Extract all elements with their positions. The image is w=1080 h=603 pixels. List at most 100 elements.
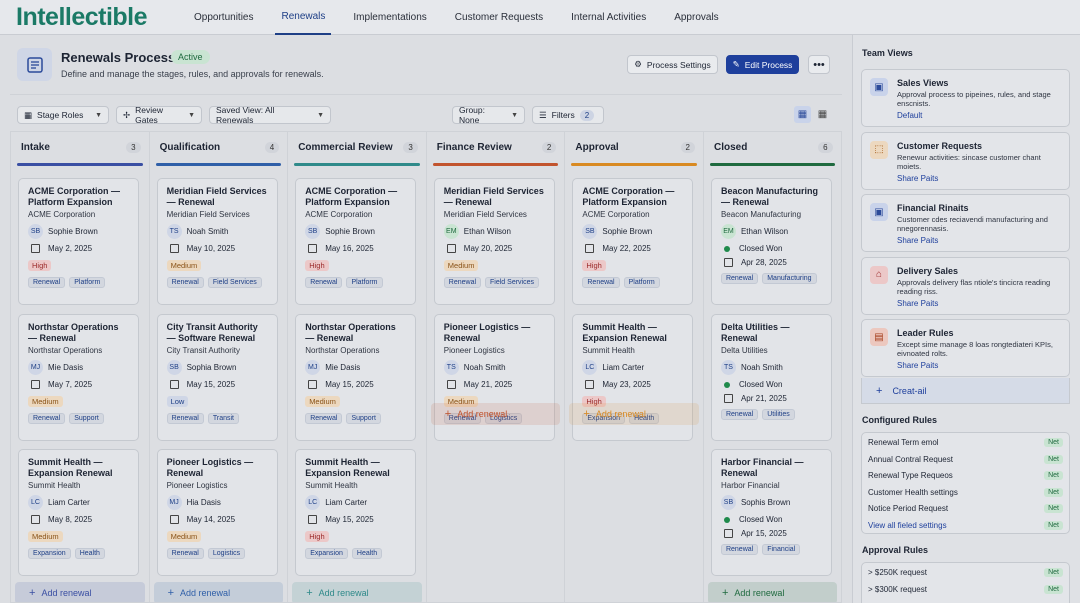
renewal-card[interactable]: Pioneer Logistics — Renewal Pioneer Logis… (156, 449, 278, 576)
avatar: TS (720, 360, 736, 375)
rule-row[interactable]: Renewal Term emol Net (868, 438, 1063, 447)
team-view-title: Financial Rinaits (897, 203, 969, 213)
plus-icon: + (29, 587, 36, 599)
rule-row[interactable]: Annual Contral Request Net (868, 454, 1063, 464)
add-renewal-label: Add renewal (318, 588, 369, 598)
team-view-card[interactable]: ▣ Sales Views Approval process to pipeines… (861, 69, 1070, 127)
add-renewal-button[interactable]: + Add renewal (707, 582, 837, 602)
team-view-link[interactable]: Share Paits (897, 236, 938, 245)
add-renewal-button[interactable]: + Add renewal (569, 403, 699, 425)
column-title: Intake (21, 142, 50, 153)
renewal-card[interactable]: Beacon Manufacturing — Renewal Beacon Man… (710, 178, 832, 305)
owner-name: Sophis Brown (740, 498, 791, 507)
list-view-toggle[interactable]: ▦ (814, 106, 831, 123)
rule-row[interactable]: > $250K request Net (868, 568, 1063, 577)
team-view-icon: ⬚ (870, 140, 888, 159)
owner-name: Sophie Brown (602, 227, 653, 236)
nav-tab-implementations[interactable]: Implementations (347, 0, 432, 35)
board-view-toggle[interactable]: ▦ (794, 106, 811, 123)
renewal-card[interactable]: Summit Health — Expansion Renewal Summit … (295, 449, 417, 576)
rule-row[interactable]: Notice Period Request Net (868, 504, 1063, 514)
card-date: May 14, 2025 (167, 515, 268, 524)
stage-roles-dropdown[interactable]: ▦ Stage Roles ▼ (17, 106, 109, 124)
team-view-card[interactable]: ▤ Leader Rules Except sime manage 8 loas r… (861, 319, 1070, 377)
team-view-link[interactable]: Share Paits (897, 299, 938, 308)
create-view-button[interactable]: + Creat-ail (861, 378, 1070, 404)
app-logo[interactable]: Intellectible (16, 3, 188, 32)
priority-badge: Medium (166, 531, 202, 542)
tag: Support (69, 413, 104, 424)
rule-row[interactable]: Customer Health settings Net (868, 487, 1063, 497)
card-company: Summit Health (305, 481, 358, 490)
calendar-icon (169, 515, 179, 524)
add-renewal-button[interactable]: + Add renewal (153, 582, 284, 602)
saved-view-dropdown[interactable]: Saved View: All Renewals ▼ (209, 105, 331, 125)
nav-tab-customer-requests[interactable]: Customer Requests (449, 0, 549, 35)
nav-tab-internal-activities[interactable]: Internal Activities (565, 0, 652, 35)
avatar: SB (720, 495, 736, 510)
due-date: Apr 28, 2025 (740, 258, 787, 267)
more-options-button[interactable]: ••• (808, 55, 830, 74)
card-company: Beacon Manufacturing (720, 210, 802, 219)
team-view-link[interactable]: Share Paits (897, 174, 938, 183)
renewal-card[interactable]: Meridian Field Services — Renewal Meridia… (433, 178, 555, 305)
renewal-card[interactable]: Harbor Financial — Renewal Harbor Financi… (710, 449, 832, 576)
team-view-link[interactable]: Default (897, 111, 922, 120)
card-company: ACME Corporation (582, 210, 650, 219)
board-column: Closed 6 Beacon Manufacturing — Renewal Bea… (702, 131, 842, 603)
renewal-card[interactable]: Northstar Operations — Renewal Northstar … (18, 314, 139, 441)
edit-process-button[interactable]: ✎ Edit Process (726, 55, 799, 74)
rule-row[interactable]: View all fieled settings Net (868, 521, 1063, 530)
tag: Renewal (305, 413, 343, 424)
renewal-card[interactable]: Northstar Operations — Renewal Northstar … (295, 314, 417, 441)
nav-tab-approvals[interactable]: Approvals (668, 0, 724, 35)
add-renewal-button[interactable]: + Add renewal (15, 582, 145, 602)
card-company: Northstar Operations (305, 346, 380, 355)
renewal-card[interactable]: ACME Corporation — Platform Expansion ACM… (18, 178, 139, 305)
add-renewal-label: Add renewal (180, 588, 231, 598)
group-dropdown[interactable]: Group: None ▼ (452, 105, 525, 125)
renewal-card[interactable]: City Transit Authority — Software Renewa… (156, 314, 278, 441)
column-color-bar (709, 163, 835, 166)
renewal-card[interactable]: Delta Utilities — Renewal Delta Utilities… (710, 314, 832, 441)
tag: Renewal (28, 277, 66, 288)
plus-icon: + (876, 384, 883, 397)
card-status: Closed Won (721, 515, 822, 524)
renewal-card[interactable]: ACME Corporation — Platform Expansion ACM… (295, 178, 417, 305)
board-column: Commercial Review 3 ACME Corporation — Pla… (287, 131, 426, 603)
add-renewal-button[interactable]: + Add renewal (292, 582, 422, 602)
chevron-down-icon: ▼ (317, 111, 324, 119)
rule-row[interactable]: Renewal Type Requeos Net (868, 471, 1063, 481)
filters-button[interactable]: ☰ Filters 2 (532, 106, 604, 124)
nav-tab-opportunities[interactable]: Opportunities (188, 0, 259, 35)
renewal-card[interactable]: Meridian Field Services — Renewal Meridia… (156, 178, 278, 305)
avatar: SB (28, 224, 43, 239)
main-area: Renewals Process Active Define and manag… (0, 35, 852, 603)
team-view-link[interactable]: Share Paits (897, 361, 938, 370)
tag: Renewal (720, 544, 759, 555)
tag: Platform (623, 277, 660, 288)
renewal-card[interactable]: ACME Corporation — Platform Expansion ACM… (572, 178, 694, 305)
list-view-icon: ▦ (817, 109, 828, 120)
card-status: Closed Won (721, 380, 822, 389)
plus-icon: + (583, 408, 590, 420)
tag: Renewal (28, 413, 66, 424)
review-gates-dropdown[interactable]: ✢ Review Gates ▼ (116, 105, 202, 125)
nav-tab-renewals[interactable]: Renewals (275, 0, 332, 35)
rule-row[interactable]: > $300K request Net (868, 584, 1063, 594)
renewal-card[interactable]: Summit Health — Expansion Renewal Summit … (18, 449, 139, 576)
process-settings-button[interactable]: ⚙ Process Settings (627, 55, 718, 74)
team-view-card[interactable]: ⬚ Customer Requests Renewur activities: si… (861, 131, 1070, 190)
team-view-card[interactable]: ⌂ Delivery Sales Approvals delivery flas n… (861, 256, 1070, 315)
filters-count-badge: 2 (579, 109, 595, 121)
process-icon (17, 48, 52, 81)
tag: Utilities (762, 409, 795, 420)
team-view-card[interactable]: ▣ Financial Rinaits Customer cdes reciaven… (861, 194, 1070, 252)
calendar-icon (446, 380, 456, 389)
add-renewal-label: Add renewal (457, 409, 508, 419)
column-header: Intake 3 (21, 142, 141, 153)
add-renewal-button[interactable]: + Add renewal (430, 403, 561, 425)
card-date: May 10, 2025 (167, 244, 268, 253)
column-title: Finance Review (436, 142, 512, 153)
avatar: LC (305, 495, 321, 510)
